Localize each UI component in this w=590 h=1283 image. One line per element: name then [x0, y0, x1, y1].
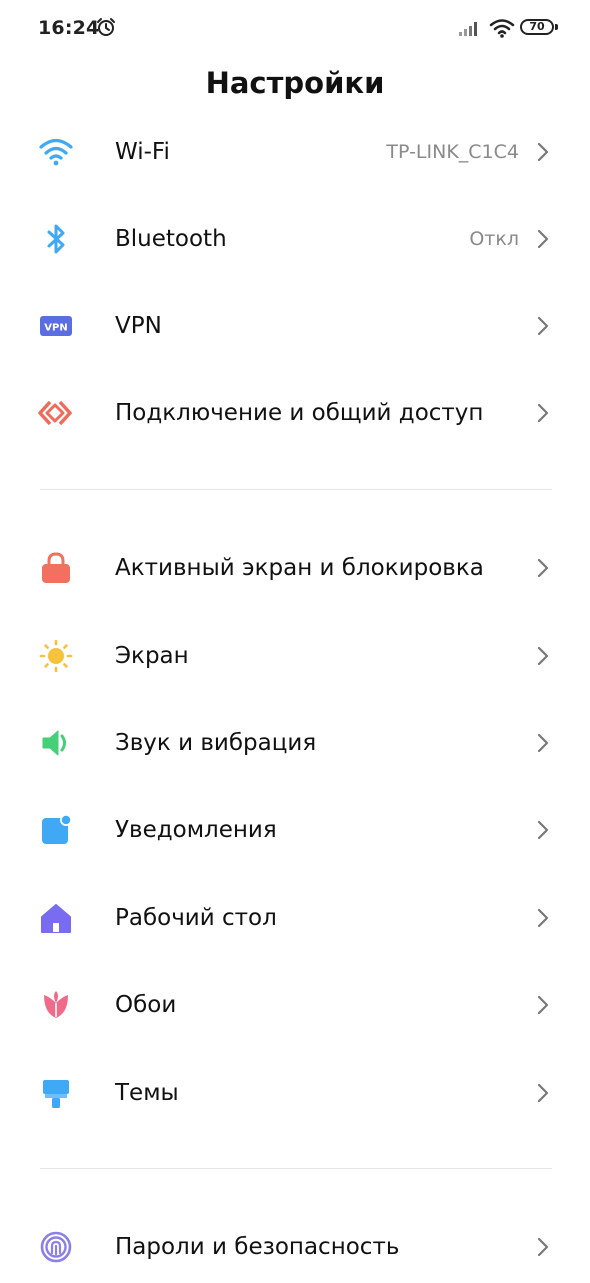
status-bar: 16:24 70 — [0, 0, 590, 56]
fingerprint-icon — [38, 1231, 74, 1263]
settings-item-label: Пароли и безопасность — [115, 1234, 400, 1260]
settings-item-label: Подключение и общий доступ — [115, 400, 484, 426]
chevron-right-icon — [536, 907, 550, 929]
settings-item-label: Bluetooth — [115, 226, 227, 252]
chevron-right-icon — [536, 994, 550, 1016]
page-title: Настройки — [205, 66, 385, 100]
battery-level: 70 — [529, 20, 545, 33]
status-time: 16:24 — [38, 17, 100, 39]
themes-brush-icon — [38, 1077, 74, 1109]
settings-item-bluetooth[interactable]: Bluetooth Откл — [0, 203, 590, 275]
settings-item-label: Звук и вибрация — [115, 730, 317, 756]
settings-item-label: Темы — [115, 1080, 179, 1106]
settings-item-connection-sharing[interactable]: Подключение и общий доступ — [0, 377, 590, 449]
chevron-right-icon — [536, 1082, 550, 1104]
settings-item-wallpaper[interactable]: Обои — [0, 969, 590, 1041]
settings-item-value: Откл — [469, 228, 519, 250]
section-divider — [40, 1168, 552, 1169]
settings-item-label: Обои — [115, 992, 177, 1018]
settings-item-vpn[interactable]: VPN VPN — [0, 290, 590, 362]
alarm-icon — [96, 17, 116, 37]
settings-item-lock-screen[interactable]: Активный экран и блокировка — [0, 532, 590, 604]
settings-item-wifi[interactable]: Wi-Fi TP-LINK_C1C4 — [0, 116, 590, 188]
signal-icon — [458, 19, 482, 37]
chevron-right-icon — [536, 315, 550, 337]
settings-item-label: Wi-Fi — [115, 139, 170, 165]
battery-icon: 70 — [520, 19, 558, 37]
chevron-right-icon — [536, 645, 550, 667]
settings-item-sound[interactable]: Звук и вибрация — [0, 707, 590, 779]
chevron-right-icon — [536, 402, 550, 424]
settings-item-home-screen[interactable]: Рабочий стол — [0, 882, 590, 954]
sound-icon — [38, 727, 74, 759]
settings-item-display[interactable]: Экран — [0, 620, 590, 692]
wifi-icon — [38, 136, 74, 168]
settings-item-value: TP-LINK_C1C4 — [386, 141, 519, 163]
home-icon — [38, 902, 74, 934]
chevron-right-icon — [536, 1236, 550, 1258]
notifications-icon — [38, 814, 74, 846]
wallpaper-flower-icon — [38, 989, 74, 1021]
settings-item-label: VPN — [115, 313, 162, 339]
bluetooth-icon — [38, 223, 74, 255]
vpn-icon: VPN — [38, 310, 74, 342]
chevron-right-icon — [536, 732, 550, 754]
chevron-right-icon — [536, 819, 550, 841]
settings-item-label: Рабочий стол — [115, 905, 277, 931]
settings-item-label: Экран — [115, 643, 189, 669]
chevron-right-icon — [536, 557, 550, 579]
brightness-icon — [38, 640, 74, 672]
lock-icon — [38, 552, 74, 584]
section-divider — [40, 489, 552, 490]
settings-item-notifications[interactable]: Уведомления — [0, 794, 590, 866]
wifi-status-icon — [489, 17, 515, 39]
settings-item-passwords-security[interactable]: Пароли и безопасность — [0, 1211, 590, 1283]
settings-item-themes[interactable]: Темы — [0, 1057, 590, 1129]
settings-item-label: Уведомления — [115, 817, 277, 843]
chevron-right-icon — [536, 141, 550, 163]
vpn-icon-text: VPN — [44, 323, 67, 334]
chevron-right-icon — [536, 228, 550, 250]
settings-item-label: Активный экран и блокировка — [115, 555, 484, 581]
connection-sharing-icon — [38, 397, 74, 429]
